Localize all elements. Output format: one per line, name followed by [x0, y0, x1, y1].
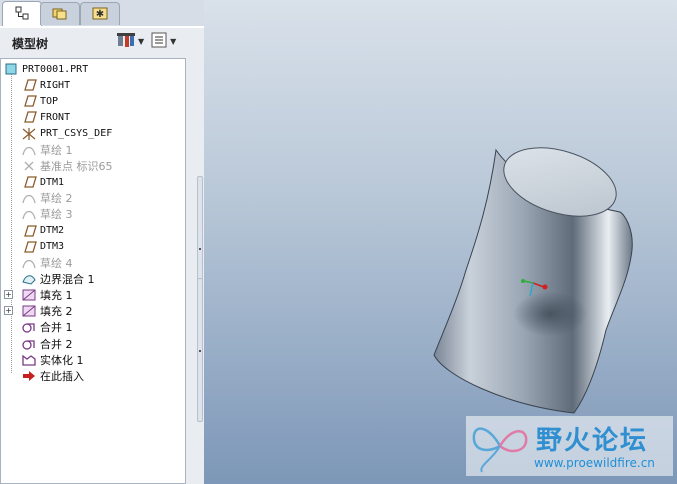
- tab-model-tree[interactable]: [2, 1, 42, 26]
- tab-folder-browser[interactable]: [40, 2, 80, 25]
- tree-item-label: TOP: [40, 95, 59, 107]
- tree-item-label: 实体化 1: [40, 353, 84, 367]
- expand-toggle[interactable]: +: [4, 290, 13, 300]
- datum-plane-icon: [21, 78, 37, 92]
- favorites-tab-icon: ✱: [92, 6, 108, 23]
- datum-plane-icon: [21, 110, 37, 124]
- fill-icon: [21, 304, 37, 318]
- tree-item[interactable]: 合并 2: [1, 336, 205, 352]
- tree-item[interactable]: 基准点 标识65: [1, 158, 205, 174]
- settings-dropdown-button[interactable]: ▼: [116, 31, 144, 52]
- chevron-down-icon: ▼: [138, 37, 145, 46]
- insert-here-arrow-icon: [21, 369, 37, 383]
- tree-item-label: 边界混合 1: [40, 272, 95, 286]
- chevron-down-icon: ▼: [170, 37, 177, 46]
- tree-settings-icon: [116, 31, 136, 52]
- forum-watermark: 野火论坛 www.proewildfire.cn: [466, 416, 673, 476]
- butterfly-logo-icon: [472, 427, 528, 473]
- datum-plane-icon: [21, 224, 37, 238]
- tree-item[interactable]: TOP: [1, 93, 205, 109]
- tree-item-label: 合并 2: [40, 337, 73, 351]
- tree-item[interactable]: 草绘 3: [1, 206, 205, 222]
- tree-item-label: 基准点 标识65: [40, 159, 113, 173]
- model-tree-tab-icon: [15, 6, 29, 23]
- tree-item-label: DTM1: [40, 176, 65, 188]
- tree-item-label: 合并 1: [40, 321, 73, 335]
- tab-favorites[interactable]: ✱: [80, 2, 120, 25]
- tree-item-label: RIGHT: [40, 79, 71, 91]
- datum-point-icon: [21, 159, 37, 173]
- tree-item-label: 草绘 1: [40, 143, 73, 157]
- tree-item[interactable]: 合并 1: [1, 319, 205, 335]
- tree-item[interactable]: PRT_CSYS_DEF: [1, 126, 205, 142]
- tree-item-label: DTM3: [40, 241, 65, 253]
- tree-item[interactable]: 实体化 1: [1, 352, 205, 368]
- tree-item[interactable]: 草绘 2: [1, 190, 205, 206]
- tree-item[interactable]: + 填充 1: [1, 287, 205, 303]
- splitter-grip[interactable]: [197, 278, 203, 422]
- model-tree: PRT0001.PRT RIGHT TOP FRONT PRT_CSYS_DEF 草绘 1…: [0, 58, 186, 484]
- panel-splitter[interactable]: [196, 28, 204, 484]
- columns-dropdown-button[interactable]: ▼: [150, 31, 176, 52]
- solid-model[interactable]: [433, 135, 633, 414]
- sketch-icon: [21, 256, 37, 270]
- sketch-icon: [21, 143, 37, 157]
- tree-item[interactable]: DTM2: [1, 223, 205, 239]
- tree-item-label: 在此插入: [40, 369, 84, 383]
- tree-item[interactable]: PRT0001.PRT: [1, 61, 187, 77]
- tree-item[interactable]: FRONT: [1, 109, 205, 125]
- boundary-blend-icon: [21, 272, 37, 286]
- coordinate-system-icon: [21, 127, 37, 141]
- datum-plane-icon: [21, 240, 37, 254]
- sketch-icon: [21, 191, 37, 205]
- left-panel: ✱ 模型树 ▼ ▼ PRT0001.PRT RIGHT TOP FRONT PRT_CS…: [0, 0, 204, 484]
- tree-item[interactable]: DTM3: [1, 239, 205, 255]
- tree-item-label: PRT_CSYS_DEF: [40, 128, 113, 140]
- svg-text:✱: ✱: [96, 9, 104, 20]
- expand-toggle[interactable]: +: [4, 306, 13, 316]
- tree-item[interactable]: 在此插入: [1, 368, 205, 384]
- watermark-url: www.proewildfire.cn: [534, 456, 655, 470]
- tree-item[interactable]: RIGHT: [1, 77, 205, 93]
- graphics-viewport[interactable]: 野火论坛 www.proewildfire.cn: [204, 0, 677, 484]
- tree-item-label: 填充 2: [40, 305, 73, 319]
- tree-item-label: 草绘 4: [40, 256, 73, 270]
- tree-columns-icon: [150, 31, 168, 52]
- solidify-icon: [21, 353, 37, 367]
- tree-item[interactable]: 边界混合 1: [1, 271, 205, 287]
- tree-item-label: 草绘 3: [40, 208, 73, 222]
- tree-toolbar: ▼ ▼: [116, 31, 176, 52]
- datum-plane-icon: [21, 175, 37, 189]
- watermark-title: 野火论坛: [536, 426, 649, 456]
- navigator-tabs: ✱: [0, 0, 204, 27]
- tree-item-label: 草绘 2: [40, 192, 73, 206]
- merge-icon: [21, 337, 37, 351]
- tree-item[interactable]: + 填充 2: [1, 303, 205, 319]
- tree-item-label: FRONT: [40, 111, 71, 123]
- tree-item-label: 填充 1: [40, 289, 73, 303]
- sketch-icon: [21, 207, 37, 221]
- merge-icon: [21, 320, 37, 334]
- fill-icon: [21, 288, 37, 302]
- part-icon: [3, 62, 19, 76]
- tree-item[interactable]: DTM1: [1, 174, 205, 190]
- datum-plane-icon: [21, 94, 37, 108]
- tree-item[interactable]: 草绘 4: [1, 255, 205, 271]
- model-graphics: [433, 135, 633, 414]
- tree-item[interactable]: 草绘 1: [1, 142, 205, 158]
- tree-item-label: DTM2: [40, 225, 65, 236]
- model-tree-header: 模型树 ▼ ▼: [0, 28, 196, 58]
- tree-item-label: PRT0001.PRT: [22, 63, 89, 75]
- folder-browser-tab-icon: [52, 6, 68, 23]
- panel-title: 模型树: [12, 37, 49, 51]
